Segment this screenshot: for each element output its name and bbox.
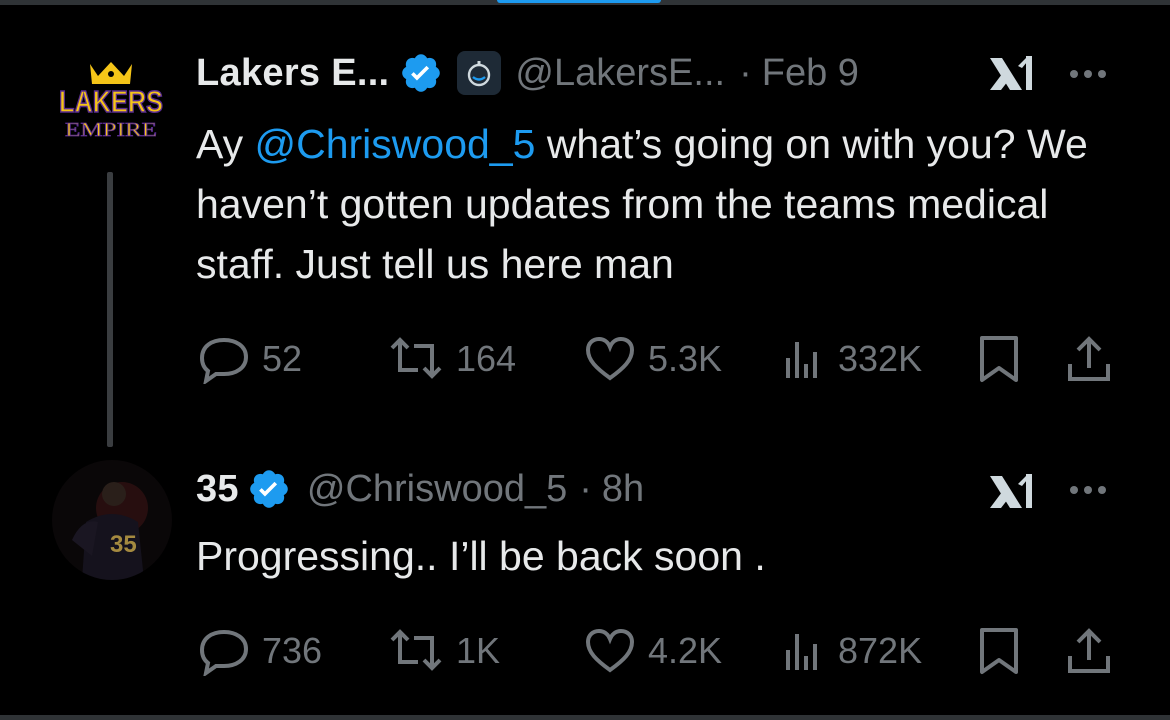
share-icon <box>1068 336 1110 381</box>
avatar-lakers-empire[interactable]: LAKERS EMPIRE <box>52 54 170 172</box>
tweet-actions: 736 1K 4.2K 872K <box>196 626 1116 676</box>
handle[interactable]: @LakersE... <box>515 52 725 95</box>
like-count: 4.2K <box>648 630 723 671</box>
verified-badge-icon <box>247 467 291 511</box>
like-icon <box>585 628 635 673</box>
bookmark-icon <box>980 628 1018 674</box>
avatar-logo-bottom-text: EMPIRE <box>65 119 157 141</box>
views-button[interactable]: 872K <box>782 626 922 676</box>
bottom-divider <box>0 715 1170 720</box>
views-count: 872K <box>838 630 923 671</box>
reply-count: 736 <box>262 630 323 671</box>
separator: · <box>739 51 752 94</box>
reply-count: 52 <box>262 338 303 379</box>
separator: · <box>579 467 592 510</box>
reply-icon <box>199 629 249 676</box>
grok-icon[interactable] <box>988 54 1040 94</box>
views-button[interactable]: 332K <box>782 334 922 384</box>
handle[interactable]: @Chriswood_5 <box>307 468 567 511</box>
thread-connector-line <box>107 172 113 447</box>
bookmark-button[interactable] <box>976 626 1022 676</box>
reply-button[interactable]: 736 <box>196 626 322 676</box>
like-count: 5.3K <box>648 338 723 379</box>
like-icon <box>585 336 635 381</box>
repost-count: 1K <box>456 630 501 671</box>
avatar-logo-top-text: LAKERS <box>59 84 163 119</box>
timestamp[interactable]: Feb 9 <box>762 52 859 95</box>
tweet-text-prefix: Ay <box>196 121 255 167</box>
views-icon <box>786 634 817 670</box>
verified-badge-icon <box>399 51 443 95</box>
repost-icon <box>390 337 442 379</box>
svg-text:35: 35 <box>110 531 137 558</box>
tweet-header: 35 @Chriswood_5 · 8h <box>196 464 644 514</box>
display-name[interactable]: 35 <box>196 468 239 511</box>
more-options-icon[interactable] <box>1070 486 1106 494</box>
active-tab-indicator <box>497 0 661 3</box>
share-icon <box>1068 628 1110 673</box>
repost-icon <box>390 629 442 671</box>
reply-icon <box>199 337 249 384</box>
tweet-text: Ay @Chriswood_5 what’s going on with you… <box>196 114 1126 294</box>
share-button[interactable] <box>1064 626 1114 676</box>
repost-button[interactable]: 164 <box>386 334 516 384</box>
mention-link[interactable]: @Chriswood_5 <box>255 121 536 167</box>
like-button[interactable]: 4.2K <box>582 626 722 676</box>
tweet-actions: 52 164 5.3K 332K <box>196 334 1116 384</box>
like-button[interactable]: 5.3K <box>582 334 722 384</box>
bookmark-button[interactable] <box>976 334 1022 384</box>
display-name[interactable]: Lakers E... <box>196 52 389 95</box>
robot-badge-icon <box>457 51 502 95</box>
views-count: 332K <box>838 338 923 379</box>
repost-button[interactable]: 1K <box>386 626 500 676</box>
tweet-text: Progressing.. I’ll be back soon . <box>196 533 766 579</box>
bookmark-icon <box>980 336 1018 382</box>
top-tab-indicator-bar <box>0 0 1170 5</box>
share-button[interactable] <box>1064 334 1114 384</box>
repost-count: 164 <box>456 338 517 379</box>
tweet-header: Lakers E... @LakersE... · Feb 9 <box>196 48 859 98</box>
views-icon <box>786 342 817 378</box>
grok-icon[interactable] <box>988 472 1040 512</box>
more-options-icon[interactable] <box>1070 70 1106 78</box>
reply-button[interactable]: 52 <box>196 334 302 384</box>
avatar-chriswood[interactable]: 35 <box>52 460 172 580</box>
timestamp[interactable]: 8h <box>602 468 644 511</box>
